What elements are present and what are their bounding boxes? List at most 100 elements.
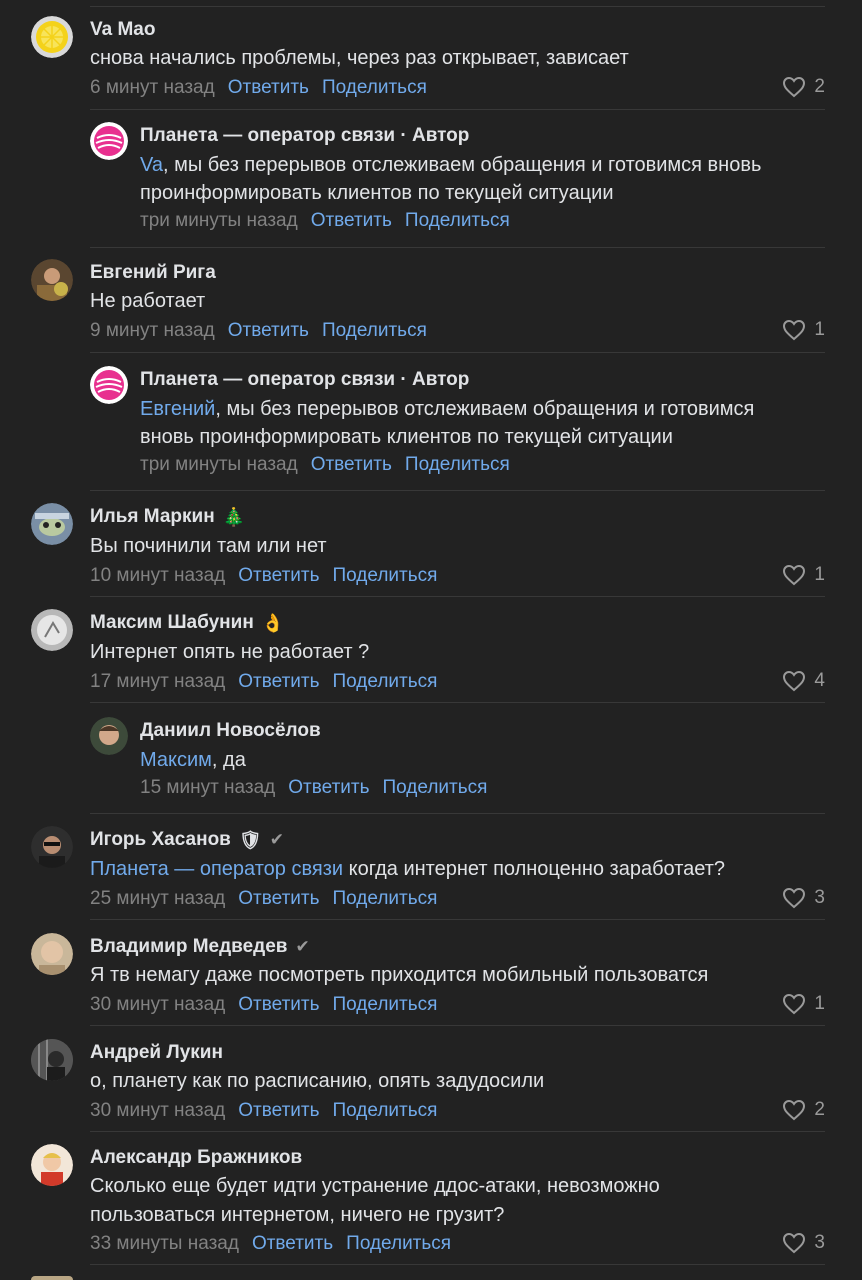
reply-meta: 15 минут назад Ответить Поделиться xyxy=(140,777,487,799)
divider xyxy=(90,1025,825,1026)
reply-button[interactable]: Ответить xyxy=(228,77,309,99)
comment-text: Сколько еще будет идти устранение ддос-а… xyxy=(90,1175,660,1197)
avatar[interactable] xyxy=(31,1144,73,1186)
mention-link[interactable]: Максим xyxy=(140,749,212,771)
reply-button[interactable]: Ответить xyxy=(228,320,309,342)
reply-button[interactable]: Ответить xyxy=(288,777,369,799)
comment-meta: 6 минут назад Ответить Поделиться xyxy=(90,77,427,99)
reply-button[interactable]: Ответить xyxy=(238,671,319,693)
comment-meta: 30 минут назад Ответить Поделиться xyxy=(90,994,437,1016)
reply-button[interactable]: Ответить xyxy=(311,454,392,476)
like-button[interactable]: 3 xyxy=(782,1232,825,1254)
like-count: 1 xyxy=(814,564,825,585)
reply-time[interactable]: 15 минут назад xyxy=(140,777,275,799)
comment-time[interactable]: 10 минут назад xyxy=(90,565,225,587)
heart-outline-icon xyxy=(783,319,806,341)
share-button[interactable]: Поделиться xyxy=(322,77,427,99)
comment-time[interactable]: 9 минут назад xyxy=(90,320,215,342)
avatar[interactable] xyxy=(31,16,73,58)
divider xyxy=(90,702,825,703)
reply-button[interactable]: Ответить xyxy=(252,1233,333,1255)
divider xyxy=(90,813,825,814)
divider xyxy=(90,247,825,248)
comment-author[interactable]: Илья Маркин 🎄 xyxy=(90,506,245,528)
comment-author[interactable]: Максим Шабунин 👌 xyxy=(90,612,284,634)
avatar[interactable] xyxy=(90,366,128,404)
ok-hand-icon: 👌 xyxy=(261,613,285,633)
comment-meta: 25 минут назад Ответить Поделиться xyxy=(90,888,437,910)
share-button[interactable]: Поделиться xyxy=(405,210,510,232)
like-count: 1 xyxy=(814,319,825,340)
heart-outline-icon xyxy=(783,564,806,586)
like-button[interactable]: 1 xyxy=(782,564,825,586)
reply-button[interactable]: Ответить xyxy=(238,888,319,910)
comment-text: Я тв немагу даже посмотреть приходится м… xyxy=(90,964,709,986)
comment-author[interactable]: Игорь Хасанов 🛡 ✔ xyxy=(90,829,284,851)
share-button[interactable]: Поделиться xyxy=(346,1233,451,1255)
christmas-tree-icon: 🎄 xyxy=(222,507,246,527)
share-button[interactable]: Поделиться xyxy=(333,565,438,587)
comment-author[interactable]: Александр Бражников xyxy=(90,1147,302,1169)
like-count: 2 xyxy=(814,1099,825,1120)
reply-author[interactable]: Даниил Новосёлов xyxy=(140,720,321,742)
avatar[interactable] xyxy=(31,503,73,545)
like-count: 2 xyxy=(814,76,825,97)
reply-button[interactable]: Ответить xyxy=(311,210,392,232)
reply-button[interactable]: Ответить xyxy=(238,565,319,587)
divider xyxy=(90,490,825,491)
reply-time[interactable]: три минуты назад xyxy=(140,210,298,232)
comment-author[interactable]: Va Mao xyxy=(90,19,155,41)
share-button[interactable]: Поделиться xyxy=(383,777,488,799)
comment-text: снова начались проблемы, через раз откры… xyxy=(90,47,629,69)
share-button[interactable]: Поделиться xyxy=(333,994,438,1016)
like-button[interactable]: 1 xyxy=(782,993,825,1015)
heart-outline-icon xyxy=(783,76,806,98)
comment-meta: 9 минут назад Ответить Поделиться xyxy=(90,320,427,342)
avatar[interactable] xyxy=(31,826,73,868)
like-button[interactable]: 1 xyxy=(782,319,825,341)
comment-author[interactable]: Андрей Лукин xyxy=(90,1042,223,1064)
comment-time[interactable]: 33 минуты назад xyxy=(90,1233,239,1255)
like-button[interactable]: 2 xyxy=(782,76,825,98)
comment-time[interactable]: 30 минут назад xyxy=(90,1100,225,1122)
like-button[interactable]: 3 xyxy=(782,887,825,909)
like-count: 1 xyxy=(814,993,825,1014)
reply-button[interactable]: Ответить xyxy=(238,1100,319,1122)
avatar[interactable] xyxy=(90,122,128,160)
share-button[interactable]: Поделиться xyxy=(333,671,438,693)
avatar[interactable] xyxy=(31,259,73,301)
avatar[interactable] xyxy=(31,1276,73,1280)
share-button[interactable]: Поделиться xyxy=(322,320,427,342)
like-count: 3 xyxy=(814,887,825,908)
avatar[interactable] xyxy=(31,609,73,651)
heart-outline-icon xyxy=(783,993,806,1015)
captain-shield-icon: 🛡 xyxy=(238,830,262,850)
comment-meta: 10 минут назад Ответить Поделиться xyxy=(90,565,437,587)
heart-outline-icon xyxy=(783,1099,806,1121)
avatar[interactable] xyxy=(31,933,73,975)
reply-author[interactable]: Планета — оператор связи · Автор xyxy=(140,369,469,391)
comment-time[interactable]: 6 минут назад xyxy=(90,77,215,99)
comment-time[interactable]: 17 минут назад xyxy=(90,671,225,693)
comment-time[interactable]: 30 минут назад xyxy=(90,994,225,1016)
comment-author[interactable]: Владимир Медведев ✔ xyxy=(90,936,310,958)
comment-time[interactable]: 25 минут назад xyxy=(90,888,225,910)
mention-link[interactable]: Евгений xyxy=(140,398,215,420)
avatar[interactable] xyxy=(90,717,128,755)
mention-link[interactable]: Планета — оператор связи xyxy=(90,858,343,880)
avatar[interactable] xyxy=(31,1039,73,1081)
heart-outline-icon xyxy=(783,1232,806,1254)
like-button[interactable]: 2 xyxy=(782,1099,825,1121)
reply-button[interactable]: Ответить xyxy=(238,994,319,1016)
like-button[interactable]: 4 xyxy=(782,670,825,692)
reply-text: Евгений, мы без перерывов отслеживаем об… xyxy=(140,398,755,420)
mention-link[interactable]: Va xyxy=(140,154,163,176)
share-button[interactable]: Поделиться xyxy=(405,454,510,476)
reply-time[interactable]: три минуты назад xyxy=(140,454,298,476)
comment-author[interactable]: Евгений Рига xyxy=(90,262,216,284)
share-button[interactable]: Поделиться xyxy=(333,1100,438,1122)
divider xyxy=(90,352,825,353)
reply-author[interactable]: Планета — оператор связи · Автор xyxy=(140,125,469,147)
reply-meta: три минуты назад Ответить Поделиться xyxy=(140,454,510,476)
share-button[interactable]: Поделиться xyxy=(333,888,438,910)
